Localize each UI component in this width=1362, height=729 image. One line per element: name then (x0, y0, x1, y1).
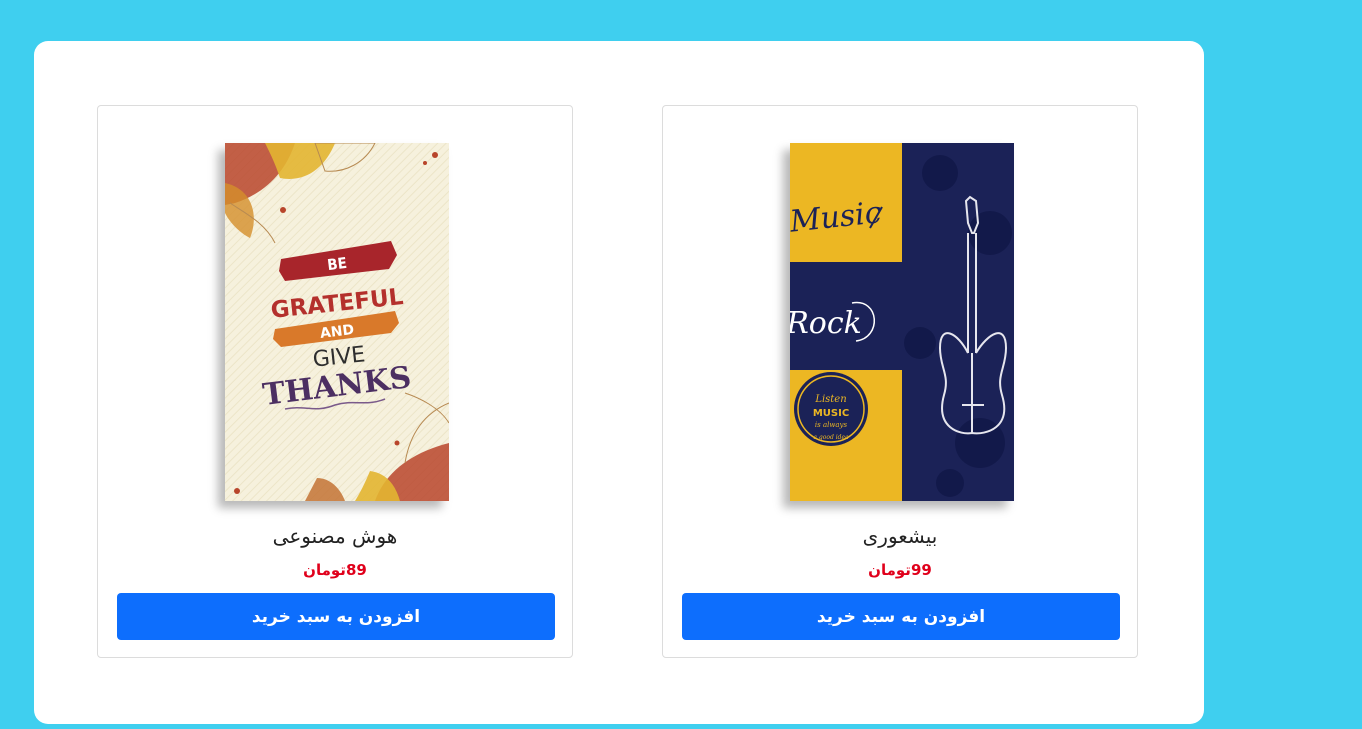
cover-text-be: BE (326, 254, 348, 274)
product-card: BE GRATEFUL AND GIVE THANKS هوش مصنوعی 8… (97, 105, 573, 658)
product-title[interactable]: بیشعوری (663, 524, 1137, 548)
cover-badge-line4: a good idea (813, 434, 849, 441)
product-cover-image[interactable]: BE GRATEFUL AND GIVE THANKS (225, 143, 449, 501)
add-to-cart-button[interactable]: افزودن به سبد خرید (117, 593, 555, 640)
cover-text-rock: Rock (790, 306, 862, 341)
cover-badge-line1: Listen (814, 394, 846, 405)
product-card: Music Rock Listen MUSIC is always a good… (662, 105, 1138, 658)
cover-badge-line3: is always (815, 421, 848, 429)
product-price: 89تومان (303, 561, 367, 579)
product-cover-image[interactable]: Music Rock Listen MUSIC is always a good… (790, 143, 1014, 501)
add-to-cart-button[interactable]: افزودن به سبد خرید (682, 593, 1120, 640)
product-price: 99تومان (868, 561, 932, 579)
product-panel: BE GRATEFUL AND GIVE THANKS هوش مصنوعی 8… (34, 41, 1204, 724)
product-title[interactable]: هوش مصنوعی (98, 524, 572, 548)
cover-badge-line2: MUSIC (813, 408, 849, 419)
